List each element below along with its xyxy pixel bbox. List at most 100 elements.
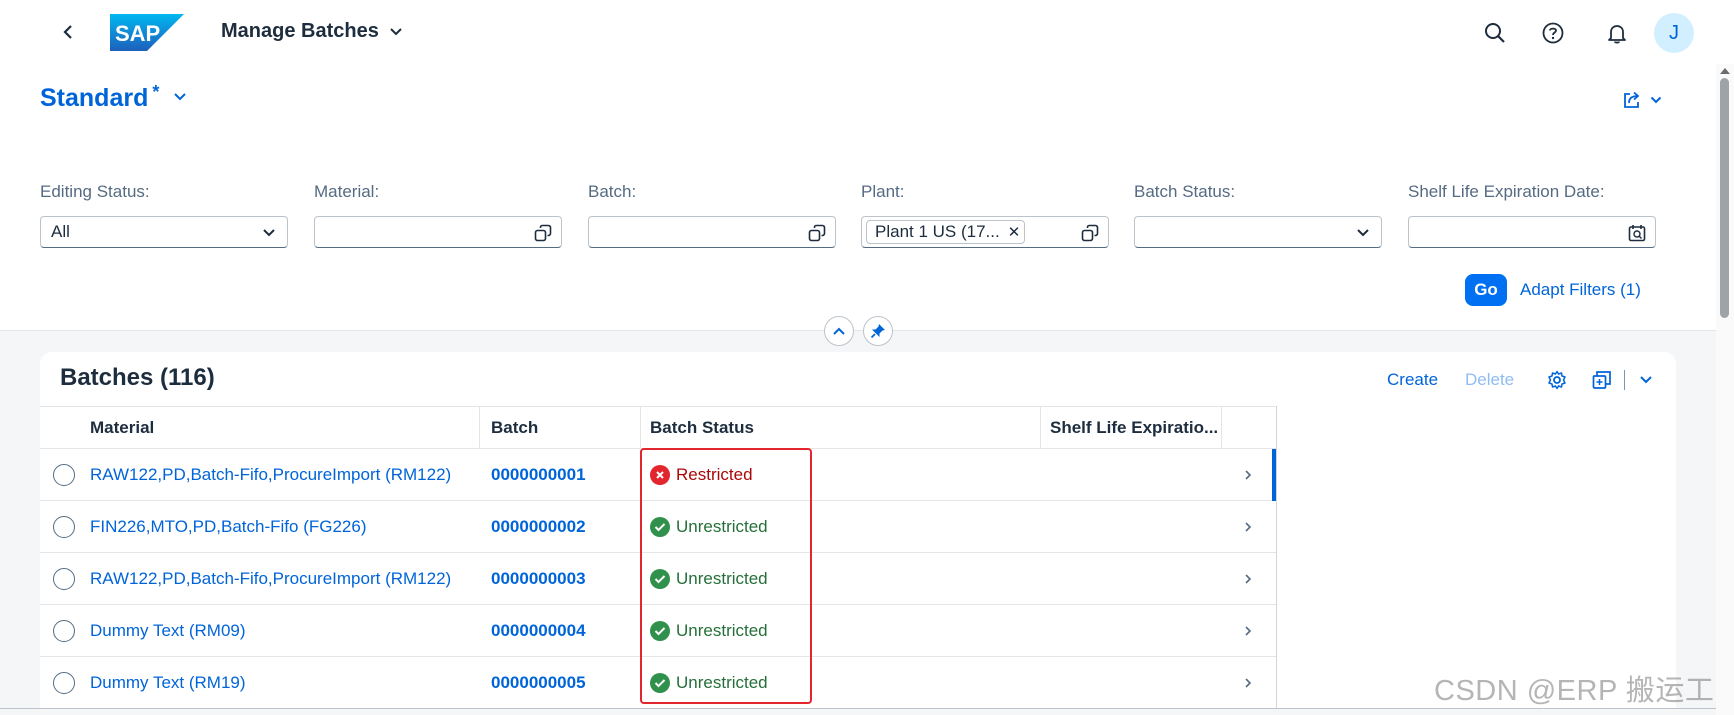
chevron-up-icon [833,327,845,335]
filter-label: Material: [314,182,380,201]
filter-batch-status: Batch Status: [1134,182,1382,248]
delete-button[interactable]: Delete [1465,370,1514,390]
search-button[interactable] [1480,18,1510,48]
table-row[interactable]: Dummy Text (RM09) 0000000004 Unrestricte… [40,605,1276,657]
value-help-icon [534,224,552,242]
column-header-batch-status[interactable]: Batch Status [650,407,1030,448]
material-link[interactable]: Dummy Text (RM19) [90,673,246,693]
help-button[interactable] [1538,18,1568,48]
table-right-border [1276,406,1277,715]
batch-link[interactable]: 0000000003 [491,569,586,589]
create-button[interactable]: Create [1387,370,1438,390]
material-link[interactable]: Dummy Text (RM09) [90,621,246,641]
filter-label: Batch: [588,182,637,201]
chevron-right-icon [1245,469,1252,480]
row-select-radio[interactable] [53,515,75,538]
sap-logo[interactable]: SAP [110,14,184,51]
batch-link[interactable]: 0000000002 [491,517,586,537]
material-link[interactable]: RAW122,PD,Batch-Fifo,ProcureImport (RM12… [90,569,451,589]
check-circle-icon [650,568,670,589]
row-select-radio[interactable] [53,463,75,486]
batch-link[interactable]: 0000000004 [491,621,586,641]
value-help-icon [1081,224,1099,242]
app-title-menu[interactable]: Manage Batches [221,20,403,43]
table-settings-button[interactable] [1543,366,1571,394]
editing-status-select[interactable]: All [40,216,288,248]
material-link[interactable]: FIN226,MTO,PD,Batch-Fifo (FG226) [90,517,366,537]
variant-modified-marker: * [152,82,160,102]
chevron-right-icon [1245,573,1252,584]
chevron-right-icon [1245,625,1252,636]
chevron-right-icon [1245,677,1252,688]
notifications-button[interactable] [1602,18,1632,48]
row-select-radio[interactable] [53,567,75,590]
column-header-material[interactable]: Material [90,407,470,448]
dropdown-arrow[interactable] [1353,223,1373,243]
page-bottom-edge [0,708,1716,715]
collapse-header-button[interactable] [824,316,854,346]
shelf-life-date-input[interactable] [1408,216,1656,248]
value-help-button[interactable] [533,223,553,243]
chevron-down-icon [1640,376,1652,384]
value-help-button[interactable] [1080,223,1100,243]
material-input[interactable] [314,216,562,248]
row-nav-button[interactable] [1236,501,1260,552]
scroll-up-arrow[interactable] [1720,68,1730,74]
table-row[interactable]: RAW122,PD,Batch-Fifo,ProcureImport (RM12… [40,553,1276,605]
filter-material: Material: [314,182,562,248]
material-link[interactable]: RAW122,PD,Batch-Fifo,ProcureImport (RM12… [90,465,451,485]
batch-link[interactable]: 0000000005 [491,673,586,693]
column-separator[interactable] [1221,407,1222,449]
date-picker-button[interactable] [1627,223,1647,243]
share-button[interactable] [1622,90,1662,110]
filter-label: Batch Status: [1134,182,1236,201]
column-header-shelf-life[interactable]: Shelf Life Expiratio... [1050,407,1230,448]
plant-token[interactable]: Plant 1 US (17... ✕ [866,220,1026,244]
batch-status-text: Unrestricted [676,620,768,640]
page-scrollbar[interactable] [1716,64,1734,715]
chevron-down-icon [1650,96,1662,103]
batch-status-text: Unrestricted [676,568,768,588]
chevron-down-icon [263,229,275,237]
value-help-button[interactable] [807,223,827,243]
batch-status-select[interactable] [1134,216,1382,248]
row-nav-button[interactable] [1236,605,1260,656]
batch-input[interactable] [588,216,836,248]
column-separator[interactable] [640,407,641,449]
row-nav-button[interactable] [1236,553,1260,604]
remove-token-icon[interactable]: ✕ [1008,223,1021,241]
table-row[interactable]: Dummy Text (RM19) 0000000005 Unrestricte… [40,657,1276,709]
value-help-icon [808,224,826,242]
scroll-thumb[interactable] [1720,78,1729,318]
filter-plant: Plant: Plant 1 US (17... ✕ [861,182,1109,248]
check-circle-icon [650,620,670,641]
column-header-batch[interactable]: Batch [491,407,641,448]
table-row[interactable]: FIN226,MTO,PD,Batch-Fifo (FG226) 0000000… [40,501,1276,553]
export-button[interactable] [1588,366,1616,394]
plant-input[interactable]: Plant 1 US (17... ✕ [861,216,1109,248]
table-title: Batches (116) [60,364,215,391]
column-separator[interactable] [479,407,480,449]
user-avatar[interactable]: J [1654,13,1694,53]
row-select-radio[interactable] [53,671,75,694]
batches-table: Material Batch Batch Status Shelf Life E… [40,406,1276,709]
go-button[interactable]: Go [1465,274,1507,306]
row-nav-button[interactable] [1236,449,1260,500]
search-icon [1485,23,1505,43]
row-select-radio[interactable] [53,619,75,642]
pin-header-button[interactable] [863,316,893,346]
table-row[interactable]: RAW122,PD,Batch-Fifo,ProcureImport (RM12… [40,449,1276,501]
column-separator[interactable] [1040,407,1041,449]
calendar-icon [1628,225,1646,242]
back-button[interactable] [56,18,80,46]
dropdown-arrow[interactable] [259,223,279,243]
chevron-left-icon [63,25,72,39]
batch-link[interactable]: 0000000001 [491,465,586,485]
chevron-down-icon [174,93,187,101]
adapt-filters-button[interactable]: Adapt Filters (1) [1520,280,1641,300]
variant-selector[interactable]: Standard * [40,82,187,113]
export-menu-button[interactable] [1632,366,1660,394]
row-nav-button[interactable] [1236,657,1260,708]
bell-icon [1608,25,1626,44]
app-title: Manage Batches [221,20,379,42]
